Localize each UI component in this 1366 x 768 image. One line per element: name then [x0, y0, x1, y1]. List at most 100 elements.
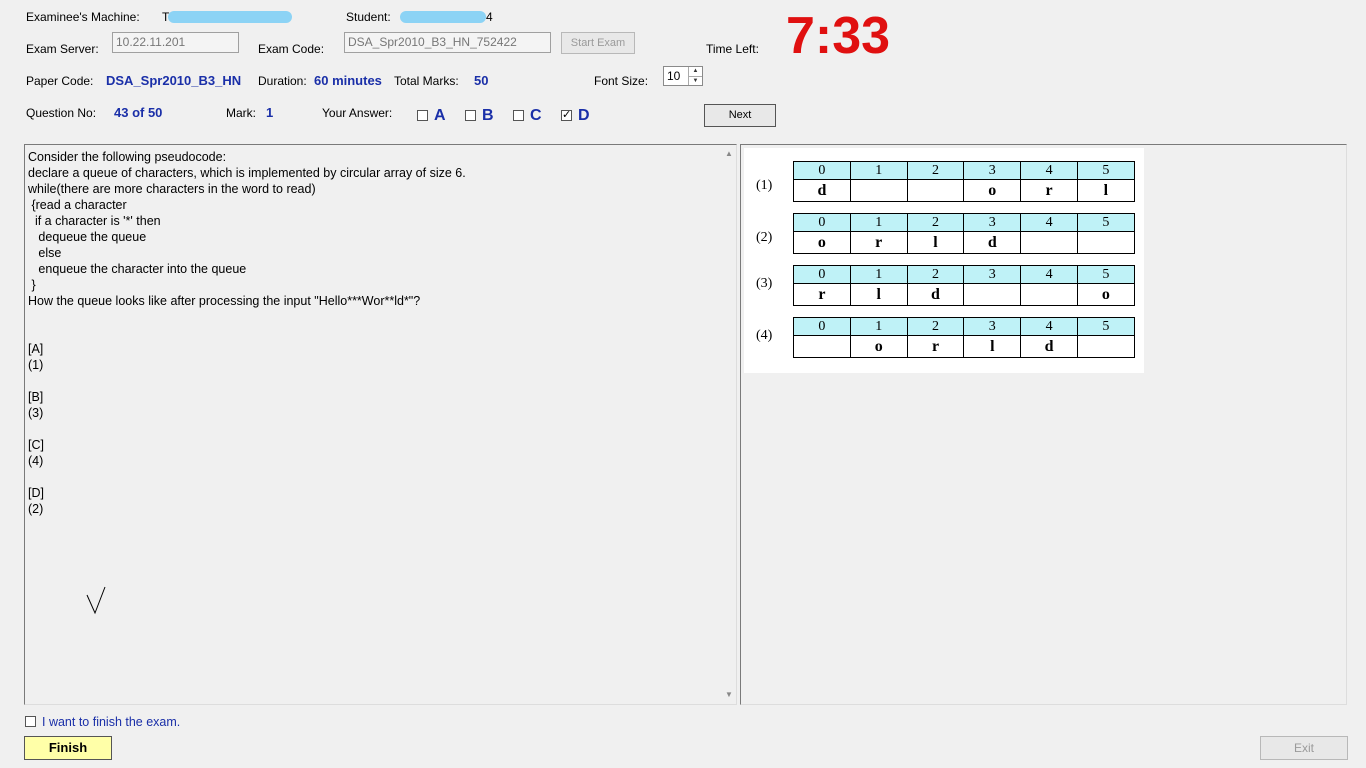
- table-value-cell: [906, 179, 965, 202]
- answer-d-label: D: [578, 107, 590, 124]
- scroll-down-icon[interactable]: ▼: [724, 690, 734, 700]
- answer-c-checkbox[interactable]: [513, 110, 524, 121]
- table-header-cell: 4: [1020, 265, 1078, 284]
- option-2-label: (2): [756, 230, 773, 245]
- font-size-stepper[interactable]: 10 ▲ ▼: [663, 66, 703, 86]
- paper-code-value: DSA_Spr2010_B3_HN: [106, 73, 242, 88]
- answer-b-label: B: [482, 107, 494, 124]
- table-value-cell: r: [1020, 179, 1078, 202]
- table-value-cell: l: [906, 231, 965, 254]
- table-header-cell: 2: [906, 161, 965, 180]
- answer-a-checkbox[interactable]: [417, 110, 428, 121]
- table-value-cell: r: [793, 283, 851, 306]
- table-value-cell: d: [1020, 335, 1078, 358]
- table-value-cell: r: [849, 231, 908, 254]
- finish-exam-checkbox[interactable]: [25, 716, 36, 727]
- redacted-student-name: [400, 11, 486, 23]
- option-1-table: 0 1 2 3 4 5 d o r l: [793, 161, 1135, 202]
- table-header-cell: 2: [906, 265, 965, 284]
- exam-code-label: Exam Code:: [258, 42, 325, 56]
- table-header-cell: 1: [849, 317, 908, 336]
- total-marks-label: Total Marks:: [394, 74, 459, 88]
- table-value-cell: [963, 283, 1022, 306]
- redacted-machine-name: [168, 11, 292, 23]
- table-value-cell: l: [849, 283, 908, 306]
- table-value-cell: [1076, 231, 1135, 254]
- spin-up-icon[interactable]: ▲: [688, 67, 702, 76]
- table-value-cell: l: [963, 335, 1022, 358]
- table-header-cell: 4: [1020, 213, 1078, 232]
- option-2-table: 0 1 2 3 4 5 o r l d: [793, 213, 1135, 254]
- table-header-cell: 1: [849, 265, 908, 284]
- table-header-cell: 2: [906, 317, 965, 336]
- option-1-label: (1): [756, 178, 773, 193]
- exit-button[interactable]: Exit: [1260, 736, 1348, 760]
- time-left-value: 7:33: [786, 7, 891, 65]
- table-value-cell: o: [793, 231, 851, 254]
- table-value-cell: d: [963, 231, 1022, 254]
- table-header-cell: 0: [793, 161, 851, 180]
- table-value-cell: o: [1076, 283, 1135, 306]
- table-value-cell: o: [849, 335, 908, 358]
- table-header-cell: 1: [849, 161, 908, 180]
- table-value-cell: [1020, 231, 1078, 254]
- next-button[interactable]: Next: [704, 104, 776, 127]
- font-size-value: 10: [667, 69, 681, 83]
- table-header-cell: 5: [1076, 317, 1135, 336]
- table-header-cell: 0: [793, 317, 851, 336]
- question-scrollbar[interactable]: ▲ ▼: [722, 145, 736, 704]
- table-value-cell: l: [1076, 179, 1135, 202]
- duration-value: 60 minutes: [314, 73, 382, 88]
- question-panel[interactable]: Consider the following pseudocode: decla…: [24, 144, 737, 705]
- option-3-table: 0 1 2 3 4 5 r l d o: [793, 265, 1135, 306]
- question-image-panel: (1) 0 1 2 3 4 5 d o r l (2) 0 1 2 3 4 5 …: [740, 144, 1347, 705]
- student-label: Student:: [346, 10, 391, 24]
- checkmark-icon: ✓: [562, 109, 572, 121]
- machine-label: Examinee's Machine:: [26, 10, 140, 24]
- table-header-cell: 2: [906, 213, 965, 232]
- table-header-cell: 3: [963, 317, 1022, 336]
- exam-code-field[interactable]: DSA_Spr2010_B3_HN_752422: [344, 32, 551, 53]
- table-value-cell: o: [963, 179, 1022, 202]
- question-no-label: Question No:: [26, 106, 97, 120]
- duration-label: Duration:: [258, 74, 307, 88]
- scroll-up-icon[interactable]: ▲: [724, 149, 734, 159]
- table-value-cell: [793, 335, 851, 358]
- table-header-cell: 0: [793, 265, 851, 284]
- answer-b-checkbox[interactable]: [465, 110, 476, 121]
- table-value-cell: r: [906, 335, 965, 358]
- mark-value: 1: [266, 105, 274, 120]
- option-4-table: 0 1 2 3 4 5 o r l d: [793, 317, 1135, 358]
- table-value-cell: [1076, 335, 1135, 358]
- table-header-cell: 0: [793, 213, 851, 232]
- table-value-cell: [849, 179, 908, 202]
- table-header-cell: 5: [1076, 161, 1135, 180]
- finish-button[interactable]: Finish: [24, 736, 112, 760]
- time-left-label: Time Left:: [706, 42, 759, 56]
- handwritten-check-icon: [86, 586, 106, 615]
- total-marks-value: 50: [474, 73, 489, 88]
- table-header-cell: 3: [963, 161, 1022, 180]
- finish-exam-checkbox-label: I want to finish the exam.: [42, 715, 181, 729]
- table-header-cell: 5: [1076, 265, 1135, 284]
- table-header-cell: 4: [1020, 161, 1078, 180]
- answer-a-label: A: [434, 107, 446, 124]
- paper-code-label: Paper Code:: [26, 74, 94, 88]
- table-header-cell: 3: [963, 213, 1022, 232]
- table-header-cell: 4: [1020, 317, 1078, 336]
- table-value-cell: [1020, 283, 1078, 306]
- mark-label: Mark:: [226, 106, 256, 120]
- exam-server-field[interactable]: 10.22.11.201: [112, 32, 239, 53]
- table-header-cell: 5: [1076, 213, 1135, 232]
- table-header-cell: 1: [849, 213, 908, 232]
- font-size-label: Font Size:: [594, 74, 649, 88]
- start-exam-button[interactable]: Start Exam: [561, 32, 635, 54]
- spin-down-icon[interactable]: ▼: [688, 76, 702, 85]
- table-value-cell: d: [793, 179, 851, 202]
- answer-c-label: C: [530, 107, 542, 124]
- question-image: (1) 0 1 2 3 4 5 d o r l (2) 0 1 2 3 4 5 …: [744, 148, 1144, 373]
- question-text: Consider the following pseudocode: decla…: [28, 150, 466, 516]
- question-no-value: 43 of 50: [114, 105, 163, 120]
- answer-d-checkbox[interactable]: ✓: [561, 110, 572, 121]
- exam-server-label: Exam Server:: [26, 42, 99, 56]
